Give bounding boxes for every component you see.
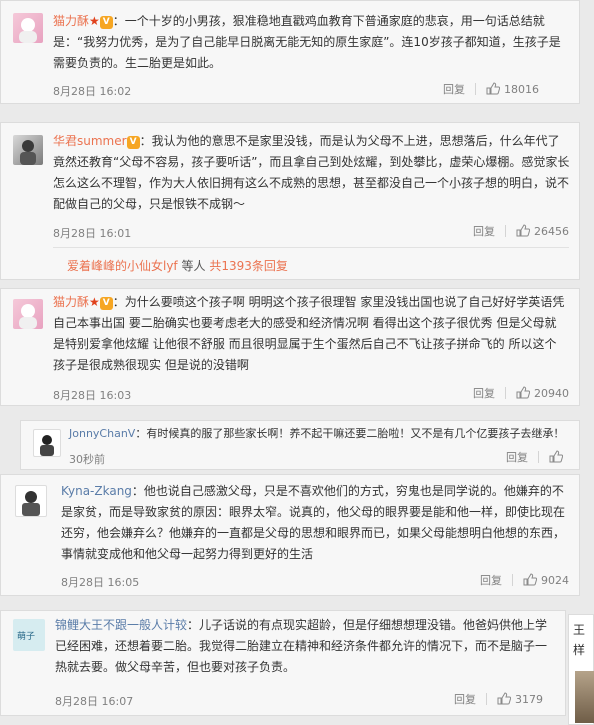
reply-button[interactable]: 回复 [480,574,502,587]
username-link[interactable]: 锦鲤大王不跟一般人计较 [55,618,187,632]
like-count: 20940 [534,387,569,400]
divider [475,83,476,95]
thumbs-up-icon [497,692,511,705]
comment-actions: 回复 9024 [480,572,569,588]
comment-actions: 回复 20940 [473,385,569,401]
comment-actions: 回复 3179 [454,691,543,707]
comment-body: 华君summer V ：我认为他的意思不是家里没钱，而是认为父母不上进，思想落后，什… [53,131,571,215]
avatar[interactable] [13,135,43,165]
divider [512,574,513,586]
comment-actions: 回复 26456 [473,223,569,239]
thumbs-up-icon [486,82,500,95]
reply-count-link[interactable]: 共1393条回复 [209,259,288,273]
like-button[interactable]: 26456 [516,224,569,238]
thumbs-up-icon [516,224,530,237]
like-count: 18016 [504,83,539,96]
reply-button[interactable]: 回复 [473,225,495,238]
comment-text: ：一个十岁的小男孩，狠准稳地直戳鸡血教育下普通家庭的悲哀，用一句话总结就是：“我… [53,14,561,70]
comment-time: 30秒前 [69,453,105,466]
more-replies[interactable]: 爱着峰峰的小仙女lyf 等人 共1393条回复 [67,257,288,274]
more-replies-text: 等人 [177,259,210,273]
like-button[interactable]: 9024 [523,573,569,587]
thumbs-up-icon [523,573,537,586]
comment-body: 猫力酥★ V ：为什么要喷这个孩子啊 明明这个孩子很理智 家里没钱出国也说了自己好好… [53,292,567,376]
star-badge-icon: ★ [89,295,100,309]
reply-button[interactable]: 回复 [473,387,495,400]
avatar-image [22,491,40,516]
comment-card: 华君summer V ：我认为他的意思不是家里没钱，而是认为父母不上进，思想落后，什… [0,122,580,280]
vip-badge-icon: V [126,136,140,149]
comment-time: 8月28日 16:05 [61,576,140,589]
side-text: 王 [573,623,586,637]
username-link[interactable]: JonnyChanV [69,427,135,440]
vip-badge-icon: V [99,297,113,310]
side-card: 王 样 [568,614,594,725]
comment-time: 8月28日 16:03 [53,389,132,402]
like-button[interactable] [549,450,567,464]
avatar-image [19,304,37,329]
svg-text:萌子: 萌子 [17,630,35,642]
username-link[interactable]: 华君summer [53,134,127,148]
reply-user-link[interactable]: 爱着峰峰的小仙女lyf [67,259,178,273]
thumbs-up-icon [549,450,563,463]
comment-body: 猫力酥★ V ：一个十岁的小男孩，狠准稳地直戳鸡血教育下普通家庭的悲哀，用一句话总结… [53,11,565,74]
comment-card: Kyna-Zkang：他也说自己感激父母，只是不喜欢他们的方式，穷鬼也是同学说的… [0,474,580,596]
comment-card: 萌子 锦鲤大王不跟一般人计较：儿子话说的有点现实超龄，但是仔细想想理没错。他爸妈… [0,610,566,716]
like-button[interactable]: 3179 [497,692,543,706]
comment-text: ：为什么要喷这个孩子啊 明明这个孩子很理智 家里没钱出国也说了自己好好学英语凭自… [53,295,565,372]
avatar[interactable]: 萌子 [13,619,45,651]
star-badge-icon: ★ [89,14,100,28]
reply-button[interactable]: 回复 [443,83,465,96]
like-button[interactable]: 18016 [486,82,539,96]
avatar-image [40,435,54,456]
comment-card: 猫力酥★ V ：一个十岁的小男孩，狠准稳地直戳鸡血教育下普通家庭的悲哀，用一句话总结… [0,0,580,104]
avatar[interactable] [15,485,47,517]
comment-time: 8月28日 16:02 [53,85,132,98]
like-count: 3179 [515,693,543,706]
avatar[interactable] [13,299,43,329]
reply-button[interactable]: 回复 [506,451,528,464]
divider [505,225,506,237]
divider [538,451,539,463]
comment-text: ：有时候真的服了那些家长啊！养不起干嘛还要二胎啦！又不是有几个亿要孩子去继承！ [135,427,565,440]
avatar-image [20,140,36,165]
username-link[interactable]: 猫力酥 [53,14,89,28]
comment-body: Kyna-Zkang：他也说自己感激父母，只是不喜欢他们的方式，穷鬼也是同学说的… [61,481,571,565]
vip-badge-icon: V [99,16,113,29]
comment-actions: 回复 [506,449,567,465]
divider [505,387,506,399]
comment-body: 锦鲤大王不跟一般人计较：儿子话说的有点现实超龄，但是仔细想想理没错。他爸妈供他上… [55,615,555,678]
reply-button[interactable]: 回复 [454,693,476,706]
comment-card: 猫力酥★ V ：为什么要喷这个孩子啊 明明这个孩子很理智 家里没钱出国也说了自己好好… [0,288,580,406]
comment-actions: 回复 18016 [443,81,539,97]
avatar[interactable] [13,13,43,43]
thumbs-up-icon [516,386,530,399]
comment-text: ：他也说自己感激父母，只是不喜欢他们的方式，穷鬼也是同学说的。他嫌弃的不是家贫，… [61,484,566,561]
comment-card: JonnyChanV：有时候真的服了那些家长啊！养不起干嘛还要二胎啦！又不是有几… [20,420,580,470]
comment-time: 8月28日 16:07 [55,695,134,708]
side-image [575,671,594,723]
comment-body: JonnyChanV：有时候真的服了那些家长啊！养不起干嘛还要二胎啦！又不是有几… [69,425,569,443]
comment-time: 8月28日 16:01 [53,227,132,240]
avatar-image: 萌子 [17,630,35,642]
like-button[interactable]: 20940 [516,386,569,400]
like-count: 26456 [534,225,569,238]
avatar[interactable] [33,429,61,457]
username-link[interactable]: Kyna-Zkang [61,484,132,498]
divider [486,693,487,705]
side-text: 样 [573,643,586,657]
like-count: 9024 [541,574,569,587]
divider [53,247,569,248]
avatar-image [19,18,37,43]
username-link[interactable]: 猫力酥 [53,295,89,309]
